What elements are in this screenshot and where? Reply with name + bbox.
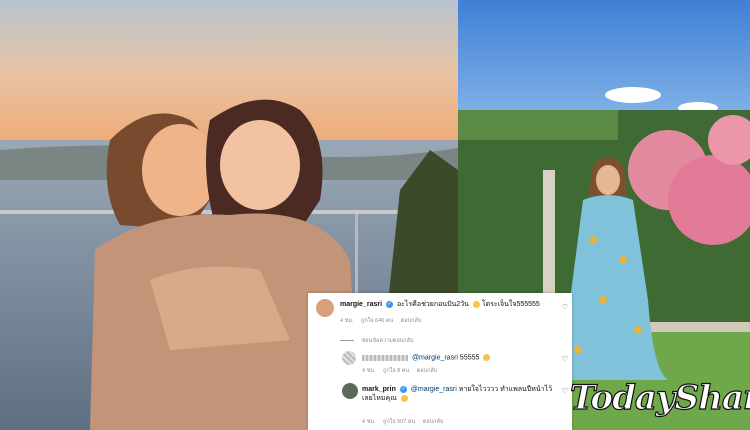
reply-meta: 4 ชม. ถูกใจ 507 คน ตอบกลับ	[362, 418, 449, 426]
reply-username[interactable]: mark_prin	[362, 386, 396, 393]
reply-time: 4 ชม.	[362, 419, 376, 425]
reply-link[interactable]: ตอบกลับ	[423, 419, 444, 425]
like-heart-icon[interactable]: ♡	[562, 355, 568, 363]
laughing-emoji-icon	[483, 354, 491, 361]
reply-meta: 4 ชม. ถูกใจ 8 คน ตอบกลับ	[362, 367, 443, 375]
avatar[interactable]	[316, 299, 334, 317]
reply-link[interactable]: ตอบกลับ	[401, 318, 422, 324]
comments-panel: margie_rasri ✓ อะไรคือช่วยกอนปัน2วัน โดร…	[308, 293, 572, 430]
like-heart-icon[interactable]: ♡	[562, 387, 568, 395]
site-watermark: TodaySharing.com	[570, 378, 750, 418]
comment-username[interactable]: margie_rasri	[340, 301, 382, 308]
reply-likes[interactable]: ถูกใจ 507 คน	[383, 419, 415, 425]
verified-icon: ✓	[399, 385, 407, 393]
reply-body: mark_prin ✓ @margie_rasri หายใจไวววว ทำแ…	[362, 385, 557, 403]
blurred-username	[362, 354, 408, 361]
avatar[interactable]	[342, 383, 358, 399]
comment-text-continued: โดระเจ็นใจ555555	[481, 301, 540, 308]
comment-meta: 4 ชม. ถูกใจ 646 คน ตอบกลับ	[340, 317, 427, 325]
reply-text: 55555	[459, 354, 480, 362]
reply-row: mark_prin ✓ @margie_rasri หายใจไวววว ทำแ…	[308, 383, 572, 417]
like-heart-icon[interactable]: ♡	[562, 303, 568, 311]
reply-likes[interactable]: ถูกใจ 8 คน	[383, 368, 409, 374]
reply-link[interactable]: ตอบกลับ	[417, 368, 438, 374]
laughing-emoji-icon	[472, 300, 480, 308]
laughing-emoji-icon	[400, 394, 408, 402]
comment-body: margie_rasri ✓ อะไรคือช่วยกอนปัน2วัน โดร…	[340, 300, 555, 309]
hide-replies-label: ซ่อนข้อความตอบกลับ	[361, 338, 414, 344]
mention-link[interactable]: @margie_rasri	[411, 386, 457, 393]
reply-body: @margie_rasri 55555	[362, 354, 552, 361]
mention-link[interactable]: @margie_rasri	[412, 354, 458, 361]
comment-text: อะไรคือช่วยกอนปัน2วัน	[396, 301, 469, 308]
comment-time: 4 ชม.	[340, 318, 354, 324]
divider	[340, 340, 354, 342]
verified-icon: ✓	[385, 300, 393, 308]
reply-time: 4 ชม.	[362, 368, 376, 374]
avatar[interactable]	[342, 351, 356, 365]
comment-likes[interactable]: ถูกใจ 646 คน	[361, 318, 393, 324]
hide-replies-toggle[interactable]: ซ่อนข้อความตอบกลับ	[340, 337, 419, 345]
